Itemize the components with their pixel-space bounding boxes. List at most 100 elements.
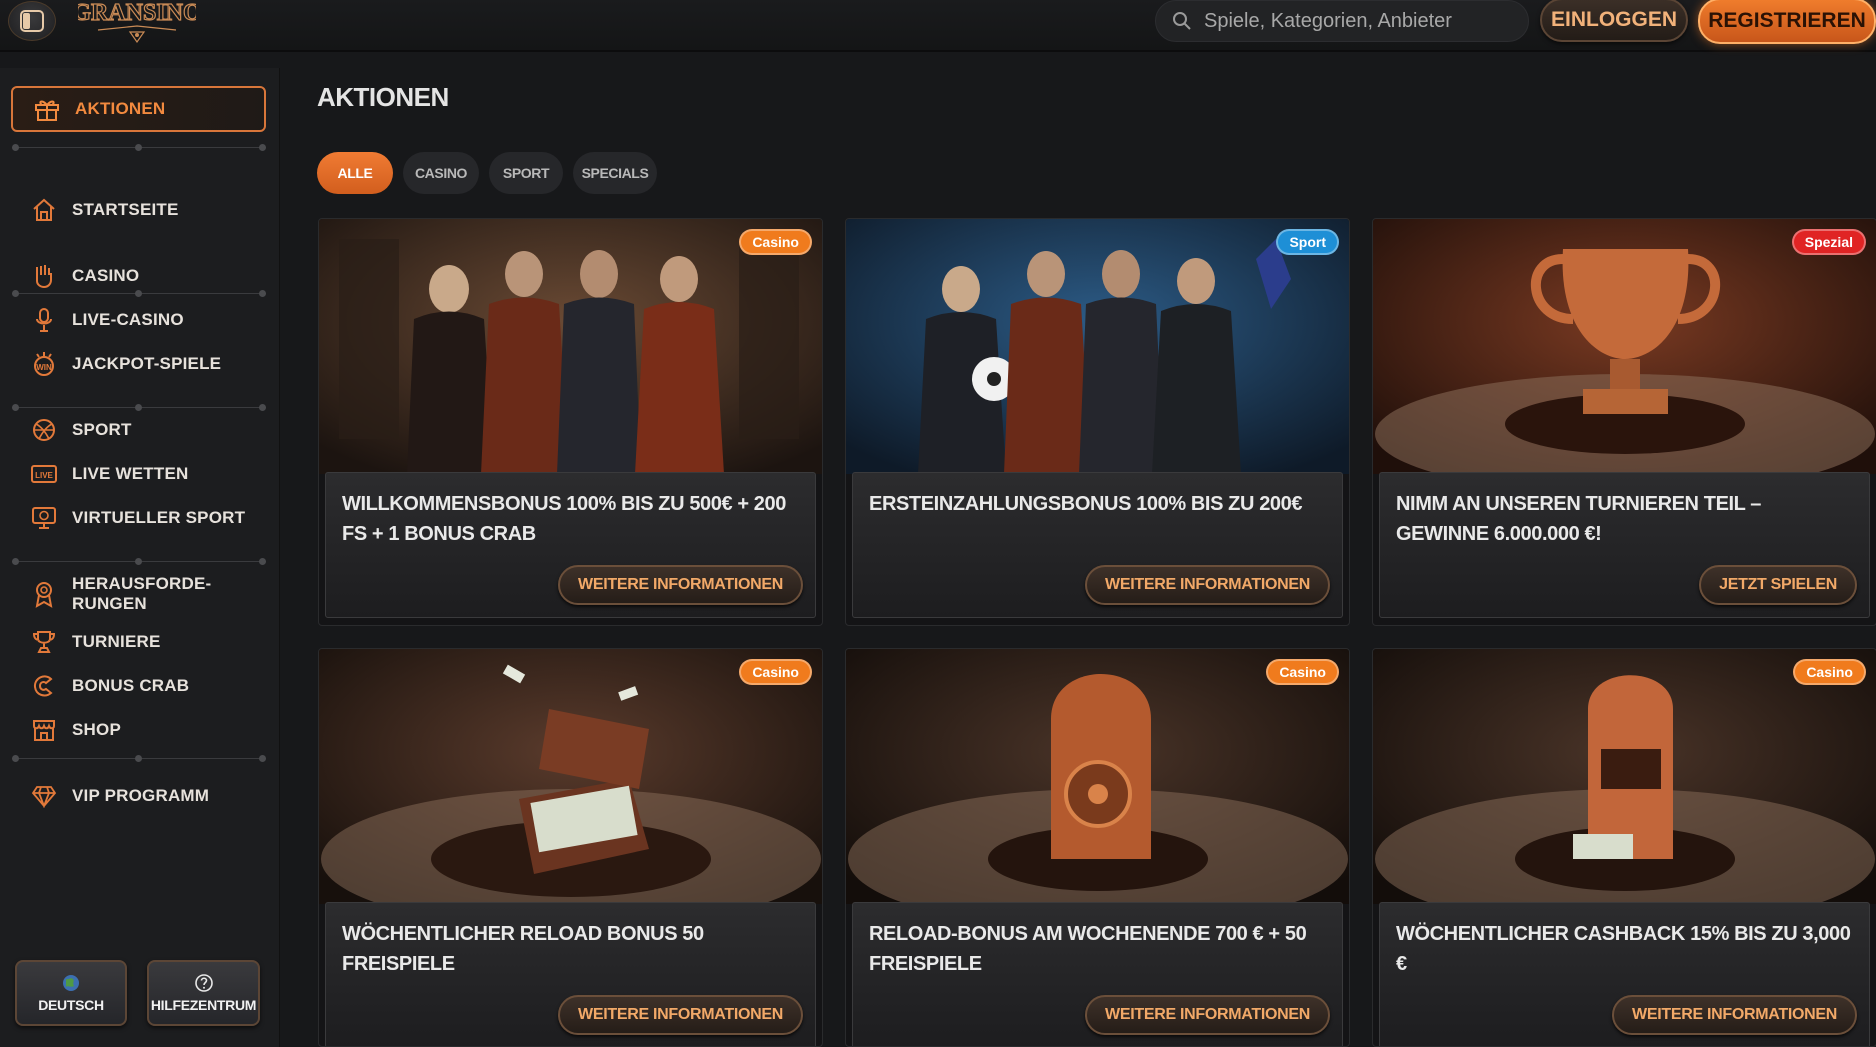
promo-card-body: ERSTEINZAHLUNGSBONUS 100% BIS ZU 200€ WE… (852, 472, 1343, 618)
sidebar-item-shop[interactable]: SHOP (30, 716, 121, 744)
promo-card[interactable]: Casino WÖCHENTLICHER RELOAD BONUS 50 FRE… (318, 648, 823, 1047)
promo-card-body: WÖCHENTLICHER CASHBACK 15% BIS ZU 3,000 … (1379, 902, 1870, 1046)
promo-image (846, 219, 1349, 474)
sidebar-item-label: LIVE WETTEN (72, 464, 189, 483)
sidebar-divider (12, 290, 266, 298)
sidebar-item-aktionen[interactable]: AKTIONEN (11, 86, 266, 132)
promo-image (846, 649, 1349, 904)
gransino-logo[interactable]: GRANSINO (72, 0, 202, 46)
promo-card-body: WILLKOMMENSBONUS 100% BIS ZU 500€ + 200 … (325, 472, 816, 618)
search-icon (1173, 12, 1191, 30)
filter-casino[interactable]: CASINO (403, 152, 479, 194)
jackpot-win-icon: WIN (30, 350, 58, 378)
gift-icon (33, 95, 61, 123)
sidebar-item-label: AKTIONEN (75, 99, 166, 118)
promo-title: WÖCHENTLICHER CASHBACK 15% BIS ZU 3,000 … (1396, 923, 1851, 975)
virtual-screen-icon (30, 504, 58, 532)
help-icon (194, 974, 213, 992)
more-info-button[interactable]: WEITERE INFORMATIONEN (1085, 995, 1330, 1035)
promo-card-body: WÖCHENTLICHER RELOAD BONUS 50 FREISPIELE… (325, 902, 816, 1046)
login-button[interactable]: EINLOGGEN (1540, 0, 1688, 42)
promo-card[interactable]: Casino RELOAD-BONUS AM WOCHENENDE 700 € … (845, 648, 1350, 1047)
microphone-icon (30, 306, 58, 334)
promo-card-body: NIMM AN UNSEREN TURNIEREN TEIL – GEWINNE… (1379, 472, 1870, 618)
category-badge: Spezial (1791, 229, 1866, 255)
promo-image (1373, 649, 1876, 904)
home-icon (30, 196, 58, 224)
promo-title: RELOAD-BONUS AM WOCHENENDE 700 € + 50 FR… (869, 923, 1307, 975)
sidebar-item-label: SHOP (72, 720, 121, 739)
top-header: GRANSINO EINLOGGEN REGISTRIEREN (0, 0, 1876, 52)
medal-icon (30, 580, 58, 608)
promo-card[interactable]: Sport ERSTEINZAHLUNGSBONUS 100% BIS ZU 2… (845, 218, 1350, 626)
sidebar-item-herausforderungen[interactable]: HERAUSFORDE- RUNGEN (30, 574, 211, 614)
sidebar: AKTIONEN STARTSEITE CASINO LIVE-CASINO W… (0, 68, 280, 1047)
more-info-button[interactable]: WEITERE INFORMATIONEN (558, 565, 803, 605)
category-badge: Casino (739, 229, 812, 255)
category-badge: Casino (1266, 659, 1339, 685)
category-badge: Casino (1793, 659, 1866, 685)
sidebar-item-casino[interactable]: CASINO (30, 262, 139, 290)
svg-text:LIVE: LIVE (35, 471, 53, 480)
sidebar-item-label: CASINO (72, 266, 140, 285)
sidebar-item-label: STARTSEITE (72, 200, 179, 219)
sidebar-item-bonus-crab[interactable]: BONUS CRAB (30, 672, 189, 700)
diamond-icon (30, 782, 58, 810)
filter-sport[interactable]: SPORT (489, 152, 563, 194)
sidebar-divider (12, 404, 266, 412)
casino-hand-icon (30, 262, 58, 290)
promo-title: ERSTEINZAHLUNGSBONUS 100% BIS ZU 200€ (869, 493, 1303, 515)
live-icon: LIVE (30, 460, 58, 488)
more-info-button[interactable]: WEITERE INFORMATIONEN (1612, 995, 1857, 1035)
promo-image (319, 219, 822, 474)
search-bar[interactable] (1155, 0, 1529, 42)
sidebar-item-sport[interactable]: SPORT (30, 416, 132, 444)
promo-card[interactable]: Casino WILLKOMMENSBONUS 100% BIS ZU 500€… (318, 218, 823, 626)
filter-specials[interactable]: SPECIALS (573, 152, 657, 194)
promo-card[interactable]: Spezial NIMM AN UNSEREN TURNIEREN TEIL –… (1372, 218, 1876, 626)
crab-claw-icon (30, 672, 58, 700)
promo-image (1373, 219, 1876, 474)
more-info-button[interactable]: WEITERE INFORMATIONEN (558, 995, 803, 1035)
promo-card-body: RELOAD-BONUS AM WOCHENENDE 700 € + 50 FR… (852, 902, 1343, 1046)
sidebar-item-label: SPORT (72, 420, 132, 439)
sidebar-item-label: TURNIERE (72, 632, 161, 651)
sidebar-item-label-line1: HERAUSFORDE- (72, 574, 212, 593)
svg-text:GRANSINO: GRANSINO (78, 0, 196, 26)
sidebar-item-label: VIP PROGRAMM (72, 786, 210, 805)
sidebar-item-jackpot[interactable]: WIN JACKPOT-SPIELE (30, 350, 221, 378)
sidebar-item-startseite[interactable]: STARTSEITE (30, 196, 179, 224)
category-badge: Casino (739, 659, 812, 685)
language-button[interactable]: DEUTSCH (15, 960, 127, 1026)
sidebar-item-turniere[interactable]: TURNIERE (30, 628, 161, 656)
shop-icon (30, 716, 58, 744)
sidebar-item-label: HERAUSFORDE- RUNGEN (72, 574, 211, 614)
promo-image (319, 649, 822, 904)
svg-text:WIN: WIN (36, 363, 52, 372)
globe-icon (63, 975, 79, 991)
language-label: DEUTSCH (38, 997, 104, 1013)
sidebar-divider (12, 558, 266, 566)
search-input[interactable] (1204, 9, 1524, 33)
sidebar-toggle-button[interactable] (8, 1, 56, 41)
sidebar-item-live-casino[interactable]: LIVE-CASINO (30, 306, 184, 334)
register-button[interactable]: REGISTRIEREN (1698, 0, 1876, 44)
sidebar-toggle-icon (20, 10, 44, 32)
promo-title: WÖCHENTLICHER RELOAD BONUS 50 FREISPIELE (342, 923, 704, 975)
sidebar-divider (12, 144, 266, 152)
play-now-button[interactable]: JETZT SPIELEN (1699, 565, 1857, 605)
filter-alle[interactable]: ALLE (317, 152, 393, 194)
sidebar-item-label-line2: RUNGEN (72, 594, 147, 613)
page-title: AKTIONEN (317, 82, 449, 112)
sidebar-item-virtueller-sport[interactable]: VIRTUELLER SPORT (30, 504, 245, 532)
sidebar-divider (12, 755, 266, 763)
sidebar-item-vip[interactable]: VIP PROGRAMM (30, 782, 209, 810)
sidebar-item-live-wetten[interactable]: LIVE LIVE WETTEN (30, 460, 188, 488)
help-center-button[interactable]: HILFEZENTRUM (147, 960, 260, 1026)
promo-title: NIMM AN UNSEREN TURNIEREN TEIL – GEWINNE… (1396, 493, 1762, 545)
ball-icon (30, 416, 58, 444)
promo-card[interactable]: Casino WÖCHENTLICHER CASHBACK 15% BIS ZU… (1372, 648, 1876, 1047)
sidebar-item-label: LIVE-CASINO (72, 310, 184, 329)
more-info-button[interactable]: WEITERE INFORMATIONEN (1085, 565, 1330, 605)
sidebar-item-label: BONUS CRAB (72, 676, 190, 695)
